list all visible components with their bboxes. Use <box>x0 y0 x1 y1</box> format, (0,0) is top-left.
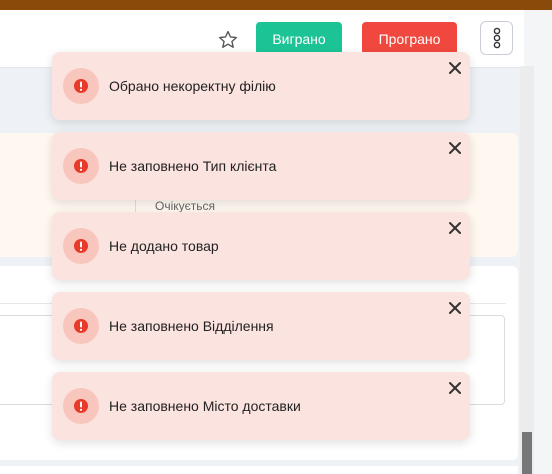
close-icon[interactable] <box>448 301 462 315</box>
scrollbar-track[interactable] <box>520 66 534 474</box>
toast-message: Обрано некоректну філію <box>109 78 276 94</box>
error-icon <box>63 388 99 424</box>
won-button[interactable]: Виграно <box>256 22 342 55</box>
lost-button[interactable]: Програно <box>362 22 457 55</box>
toast-notification: Обрано некоректну філію <box>52 52 470 120</box>
status-text: Очікується <box>155 199 216 213</box>
error-icon <box>63 308 99 344</box>
toast-notification: Не заповнено Тип клієнта <box>52 132 470 200</box>
brand-top-bar <box>0 0 552 10</box>
next-panel-edge <box>0 466 518 474</box>
error-icon <box>63 148 99 184</box>
close-icon[interactable] <box>448 141 462 155</box>
scrollbar-thumb[interactable] <box>522 432 532 474</box>
toast-notification: Не додано товар <box>52 212 470 280</box>
vertical-dots-icon <box>493 27 500 49</box>
close-icon[interactable] <box>448 61 462 75</box>
star-icon[interactable] <box>217 29 239 51</box>
close-icon[interactable] <box>448 221 462 235</box>
toast-message: Не додано товар <box>109 238 219 254</box>
more-menu-button[interactable] <box>480 21 513 55</box>
toast-message: Не заповнено Відділення <box>109 318 274 334</box>
toast-message: Не заповнено Місто доставки <box>109 398 301 414</box>
close-icon[interactable] <box>448 381 462 395</box>
error-icon <box>63 68 99 104</box>
error-icon <box>63 228 99 264</box>
toast-message: Не заповнено Тип клієнта <box>109 158 277 174</box>
toast-notification: Не заповнено Місто доставки <box>52 372 470 440</box>
toast-notification: Не заповнено Відділення <box>52 292 470 360</box>
